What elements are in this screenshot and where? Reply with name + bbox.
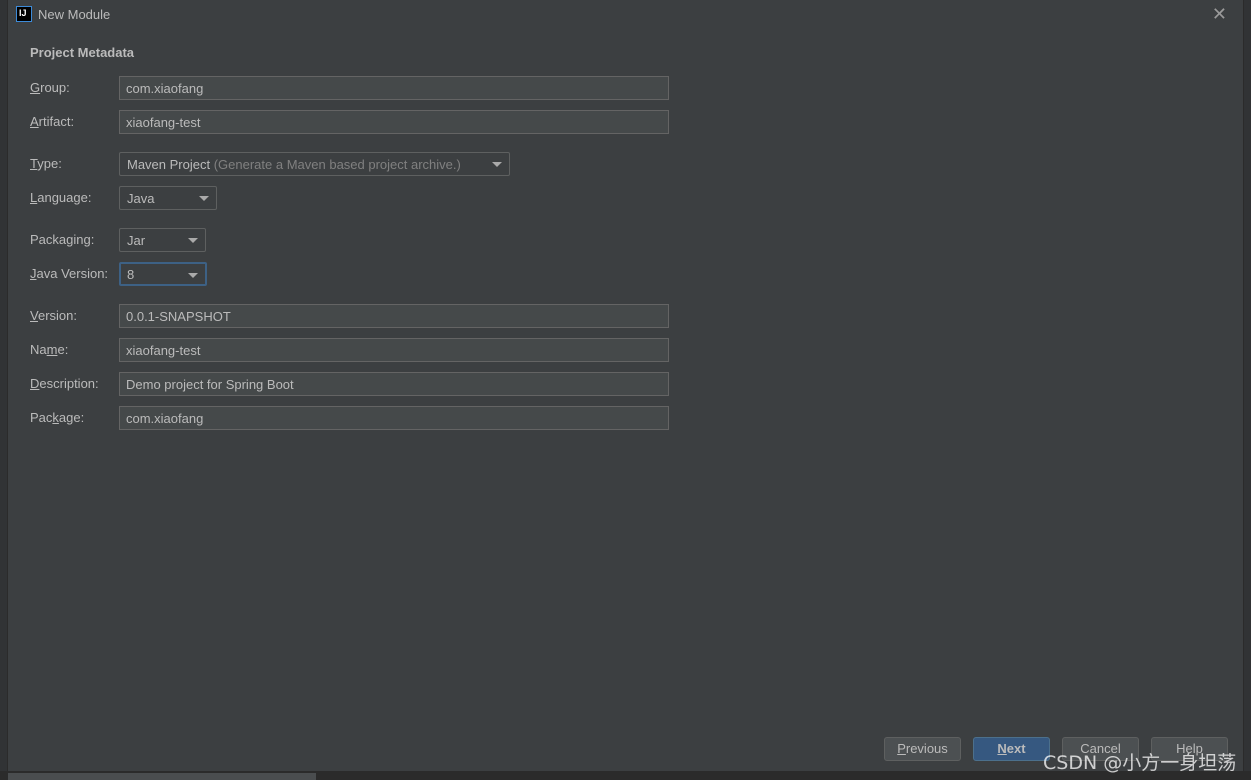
- packaging-label: Packaging:: [30, 232, 95, 247]
- help-button[interactable]: Help: [1151, 737, 1228, 761]
- chevron-down-icon: [188, 238, 198, 243]
- left-tool-strip: [0, 0, 8, 780]
- group-label: Group:: [30, 80, 70, 95]
- language-dropdown[interactable]: Java: [119, 186, 217, 210]
- package-input[interactable]: [119, 406, 669, 430]
- type-label: Type:: [30, 156, 62, 171]
- chevron-down-icon: [492, 162, 502, 167]
- chevron-down-icon: [199, 196, 209, 201]
- group-input[interactable]: [119, 76, 669, 100]
- package-label: Package:: [30, 410, 85, 425]
- horizontal-scrollbar[interactable]: [0, 771, 1251, 780]
- window-title: New Module: [38, 7, 111, 22]
- chevron-down-icon: [188, 273, 198, 278]
- description-input[interactable]: [119, 372, 669, 396]
- next-button[interactable]: Next: [973, 737, 1050, 761]
- previous-button[interactable]: Previous: [884, 737, 961, 761]
- type-dropdown[interactable]: Maven Project (Generate a Maven based pr…: [119, 152, 510, 176]
- close-icon[interactable]: ✕: [1212, 4, 1227, 25]
- version-input[interactable]: [119, 304, 669, 328]
- name-label: Name:: [30, 342, 69, 357]
- language-label: Language:: [30, 190, 92, 205]
- java-version-label: Java Version:: [30, 266, 109, 281]
- description-label: Description:: [30, 376, 99, 391]
- section-title: Project Metadata: [30, 45, 135, 60]
- java-version-dropdown[interactable]: 8: [119, 262, 207, 286]
- right-tool-strip: [1243, 0, 1251, 780]
- intellij-logo-icon: IJ: [16, 6, 32, 22]
- packaging-dropdown[interactable]: Jar: [119, 228, 206, 252]
- cancel-button[interactable]: Cancel: [1062, 737, 1139, 761]
- scrollbar-thumb[interactable]: [8, 773, 316, 780]
- artifact-label: Artifact:: [30, 114, 75, 129]
- name-input[interactable]: [119, 338, 669, 362]
- artifact-input[interactable]: [119, 110, 669, 134]
- title-bar: IJ New Module ✕: [8, 0, 1243, 30]
- version-label: Version:: [30, 308, 77, 323]
